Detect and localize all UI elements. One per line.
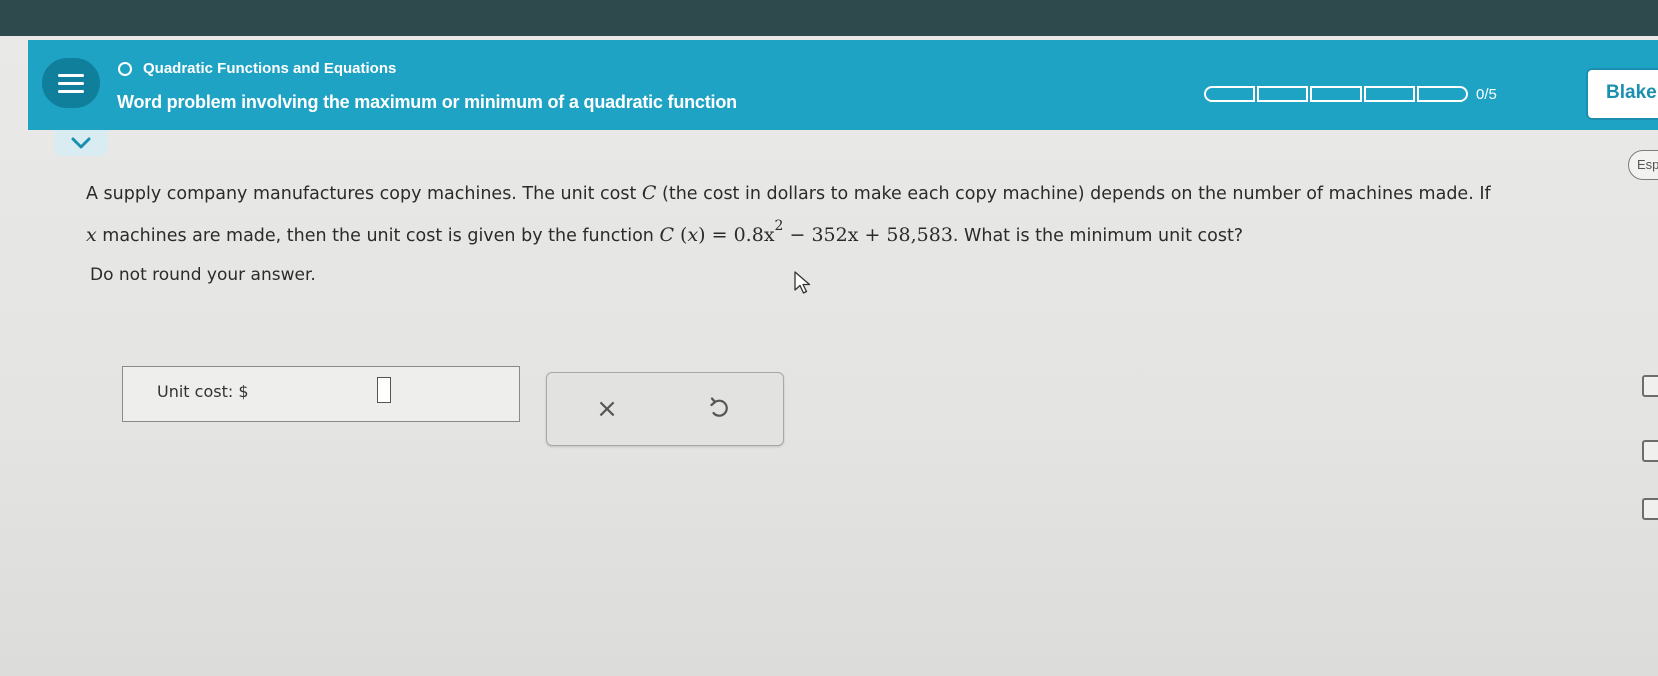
chevron-down-icon [71,137,91,149]
language-toggle-button[interactable]: Esp [1628,150,1658,180]
math-function: C (x) = 0.8x2 − 352x + 58,583 [659,218,953,246]
math-number: + 58,583 [858,223,953,246]
undo-icon [710,397,728,417]
math-number: − 352 [783,223,848,246]
topic-title: Quadratic Functions and Equations [143,60,397,77]
menu-icon-bar [58,89,84,93]
user-menu-button[interactable]: Blake [1586,68,1658,120]
math-variable: x [86,223,97,246]
progress-segment [1416,86,1469,102]
math-symbol: = [705,223,734,246]
math-symbol: x [847,223,859,246]
calculator-icon[interactable] [1642,375,1658,397]
unit-cost-input[interactable] [377,377,391,403]
math-symbol: ( [674,223,688,246]
answer-area: Unit cost: $ [122,366,520,422]
instruction-text: Do not round your answer. [90,265,316,285]
problem-text: A supply company manufactures copy machi… [86,184,642,204]
menu-icon-bar [58,81,84,85]
progress-segment [1204,86,1256,102]
problem-statement: A supply company manufactures copy machi… [86,175,1606,254]
topic-status-icon [118,62,132,76]
math-variable: C [641,182,657,204]
progress-segment [1363,86,1415,102]
lesson-title: Word problem involving the maximum or mi… [117,92,737,112]
progress-label: 0/5 [1476,86,1497,103]
math-symbol: x [687,223,699,246]
progress-segment [1310,86,1362,102]
undo-button[interactable] [703,393,735,425]
math-exponent: 2 [774,218,784,234]
math-symbol: C [659,223,674,246]
menu-icon [58,73,84,77]
answer-tools-panel: × [546,372,784,446]
collapse-toggle[interactable] [54,130,108,156]
problem-text: (the cost in dollars to make each copy m… [656,184,1491,204]
close-icon: × [596,394,618,424]
clear-button[interactable]: × [591,393,623,425]
video-icon[interactable] [1642,440,1658,462]
math-symbol: ) [698,223,706,246]
problem-text: . What is the minimum unit cost? [952,225,1244,246]
screen [0,36,1658,676]
reference-icon[interactable] [1642,498,1658,520]
answer-label-text: Unit cost: [157,382,239,401]
progress-bar [1204,86,1469,102]
progress-segment [1257,86,1309,102]
mouse-cursor-icon [794,271,811,294]
math-number: 0.8 [733,223,764,246]
menu-button[interactable] [42,58,100,108]
math-symbol: x [763,223,775,246]
answer-label: Unit cost: $ [157,382,249,401]
lesson-header [28,40,1658,130]
currency-symbol: $ [238,382,249,401]
problem-text: machines are made, then the unit cost is… [96,225,660,246]
